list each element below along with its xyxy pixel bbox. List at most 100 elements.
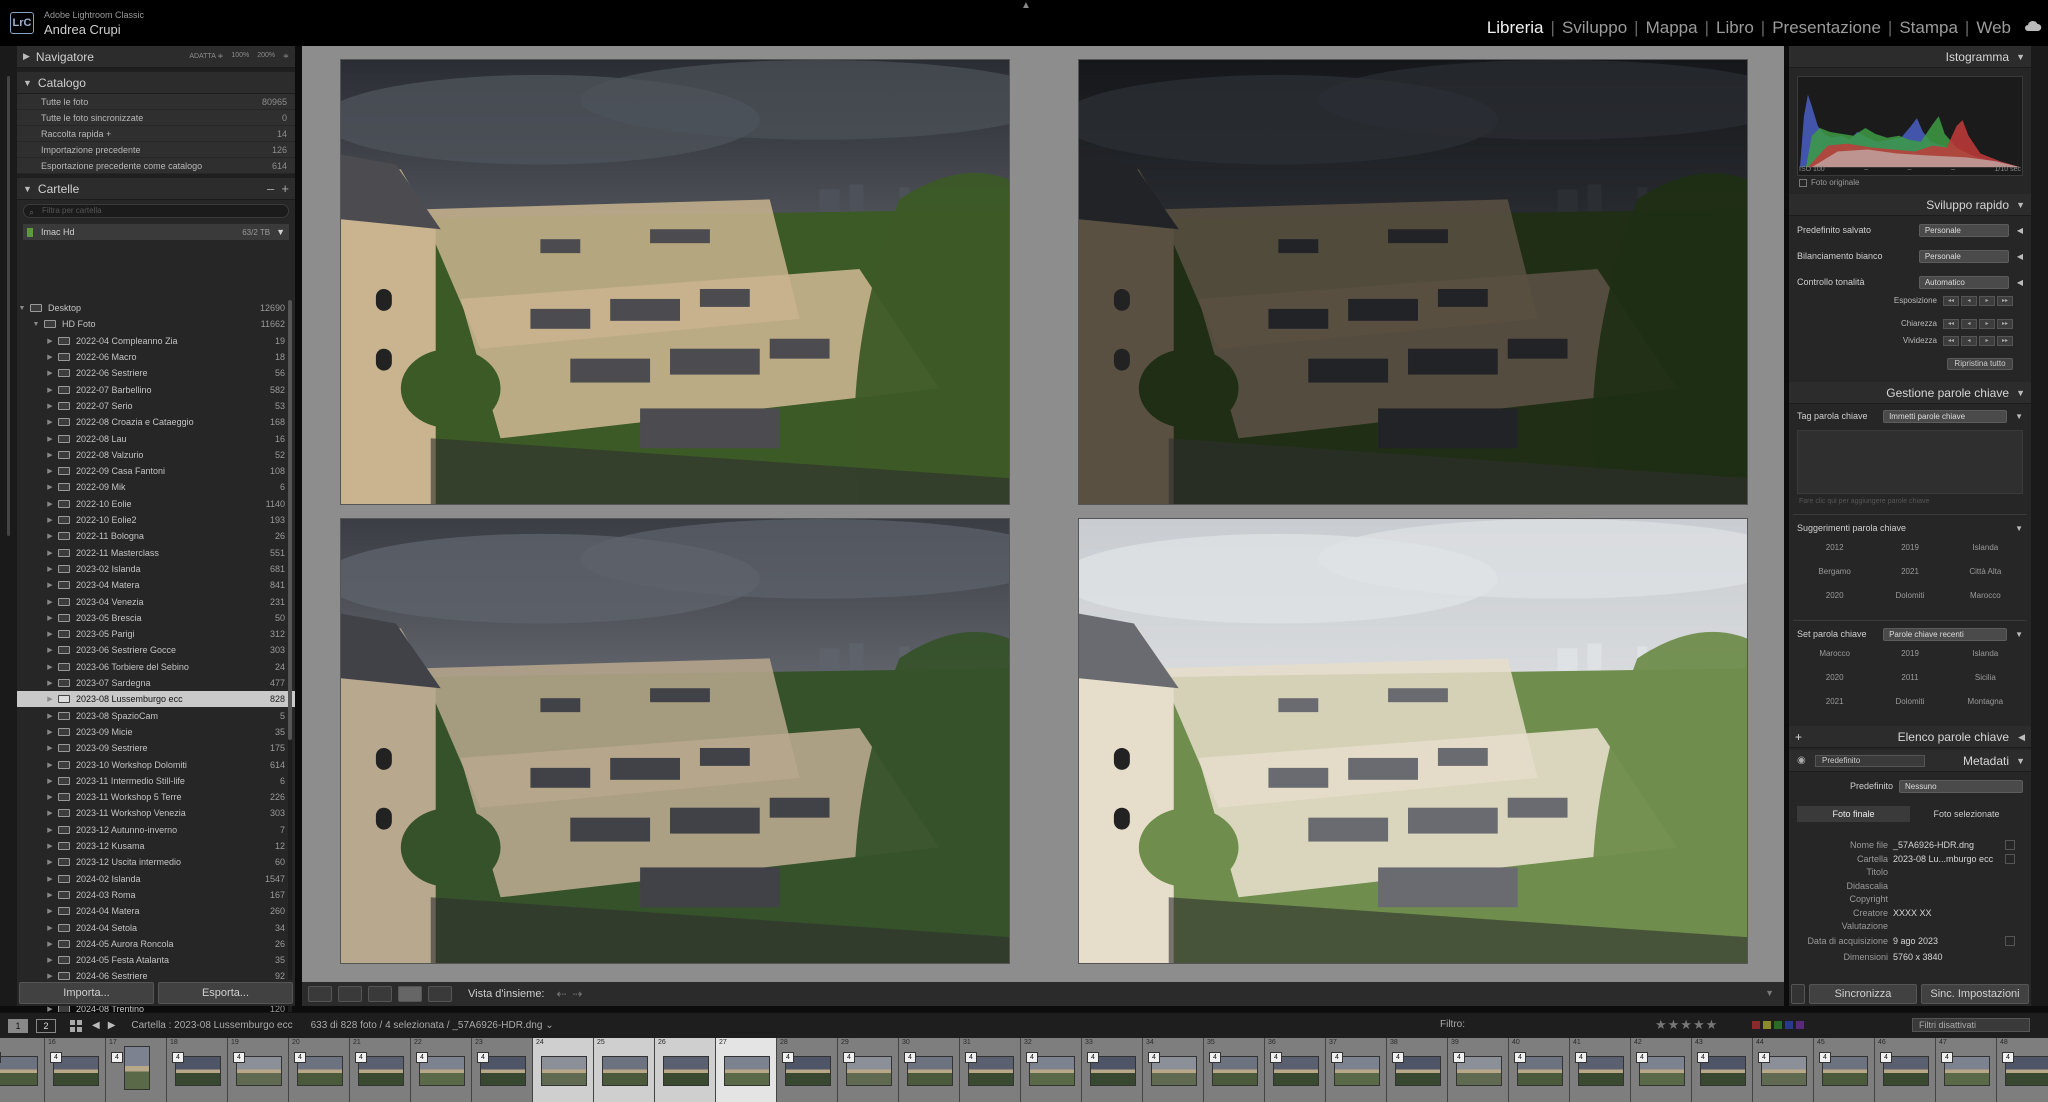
folder-item[interactable]: ▶ 2023-11 Workshop 5 Terre 226 — [17, 789, 295, 805]
filmstrip-cell[interactable]: 30 4 — [899, 1038, 960, 1102]
folder-scrollbar[interactable] — [288, 300, 292, 1020]
filmstrip-cell[interactable]: 31 4 — [960, 1038, 1021, 1102]
stack-badge[interactable]: 4 — [904, 1052, 916, 1063]
white-balance-select[interactable]: Personale — [1918, 249, 2009, 263]
keyword-suggestion[interactable]: Bergamo — [1797, 566, 1872, 578]
keyword-entry-area[interactable] — [1797, 430, 2023, 494]
stack-badge[interactable]: 4 — [294, 1052, 306, 1063]
expand-arrow-icon[interactable]: ▶ — [45, 712, 55, 720]
step-down-icon[interactable]: ◂ — [1961, 336, 1977, 346]
main-window-button[interactable]: 1 — [8, 1018, 28, 1033]
sync-settings-button[interactable]: Sinc. Impostazioni — [1921, 984, 2029, 1004]
expand-arrow-icon[interactable]: ▶ — [45, 337, 55, 345]
folder-item[interactable]: ▶ 2023-05 Parigi 312 — [17, 626, 295, 642]
step-up-icon[interactable]: ▸ — [1979, 319, 1995, 329]
thumbnail[interactable] — [663, 1056, 709, 1086]
collapse-left-icon[interactable]: ◀ — [2017, 226, 2023, 235]
keyword-suggestion[interactable]: Città Alta — [1948, 566, 2023, 578]
keyword-set-item[interactable]: 2020 — [1797, 672, 1872, 684]
folder-item[interactable]: ▶ 2023-07 Sardegna 477 — [17, 675, 295, 691]
expand-arrow-icon[interactable]: ▶ — [45, 809, 55, 817]
filmstrip-source[interactable]: Cartella : 2023-08 Lussemburgo ecc — [131, 1020, 292, 1031]
folder-item[interactable]: ▶ 2023-10 Workshop Dolomiti 614 — [17, 756, 295, 772]
filmstrip-cell[interactable]: 26 — [655, 1038, 716, 1102]
step-up-icon[interactable]: ▸ — [1979, 296, 1995, 306]
exposure-buttons[interactable]: ◂◂ ◂ ▸ ▸▸ — [1943, 296, 2013, 306]
folder-item[interactable]: ▶ 2024-03 Roma 167 — [17, 887, 295, 903]
quick-develop-header[interactable]: Sviluppo rapido ▼ — [1789, 194, 2031, 216]
filmstrip-cell[interactable]: 38 4 — [1387, 1038, 1448, 1102]
minus-icon[interactable]: – — [267, 181, 274, 196]
folder-item[interactable]: ▶ 2022-11 Bologna 26 — [17, 528, 295, 544]
expand-arrow-icon[interactable]: ▶ — [45, 956, 55, 964]
expand-arrow-icon[interactable]: ▼ — [17, 305, 27, 312]
folder-item[interactable]: ▶ 2023-06 Sestriere Gocce 303 — [17, 642, 295, 658]
folder-item[interactable]: ▶ 2023-08 SpazioCam 5 — [17, 708, 295, 724]
stack-badge[interactable]: 4 — [355, 1052, 367, 1063]
zoom-more[interactable]: ≑ — [283, 52, 289, 60]
original-photo-toggle[interactable]: Foto originale — [1799, 178, 1859, 187]
step-up-icon[interactable]: ▸ — [1979, 336, 1995, 346]
stack-badge[interactable]: 4 — [1880, 1052, 1892, 1063]
filmstrip-cell[interactable]: 16 4 — [45, 1038, 106, 1102]
expand-arrow-icon[interactable]: ▶ — [45, 451, 55, 459]
navigator-header[interactable]: ▶ Navigatore ADATTA ≑ 100% 200% ≑ — [17, 46, 295, 68]
stack-badge[interactable]: 4 — [1148, 1052, 1160, 1063]
green-label-icon[interactable] — [1774, 1021, 1782, 1029]
plus-icon[interactable]: + — [1795, 726, 1802, 748]
filmstrip-cell[interactable]: 32 4 — [1021, 1038, 1082, 1102]
people-view-icon[interactable] — [428, 986, 452, 1002]
folder-item[interactable]: ▶ 2022-11 Masterclass 551 — [17, 545, 295, 561]
expand-arrow-icon[interactable]: ▶ — [45, 565, 55, 573]
expand-arrow-icon[interactable]: ▶ — [45, 386, 55, 394]
metadata-preset-value[interactable]: Nessuno — [1899, 779, 2023, 793]
expand-arrow-icon[interactable]: ▶ — [45, 418, 55, 426]
saved-preset-select[interactable]: Personale — [1918, 223, 2009, 237]
filmstrip-cell[interactable]: 29 4 — [838, 1038, 899, 1102]
metadata-value[interactable]: _57A6926-HDR.dng — [1893, 840, 2005, 853]
keyword-set-item[interactable]: 2011 — [1872, 672, 1947, 684]
step-up-large-icon[interactable]: ▸▸ — [1997, 319, 2013, 329]
expand-arrow-icon[interactable]: ▶ — [45, 581, 55, 589]
survey-nav-arrows-icon[interactable]: ⇠⇢ — [557, 987, 589, 1001]
folder-item[interactable]: ▶ 2023-09 Micie 35 — [17, 724, 295, 740]
filmstrip-cell[interactable]: 34 4 — [1143, 1038, 1204, 1102]
vibrance-buttons[interactable]: ◂◂ ◂ ▸ ▸▸ — [1943, 336, 2013, 346]
expand-arrow-icon[interactable]: ▶ — [45, 826, 55, 834]
expand-arrow-icon[interactable]: ▶ — [45, 646, 55, 654]
filmstrip-cell[interactable]: 17 4 — [106, 1038, 167, 1102]
survey-photo-4[interactable] — [1078, 518, 1748, 964]
keyword-set-select[interactable]: Parole chiave recenti — [1883, 627, 2008, 641]
expand-arrow-icon[interactable]: ▶ — [45, 630, 55, 638]
compare-view-icon[interactable] — [368, 986, 392, 1002]
module-libreria[interactable]: Libreria — [1480, 18, 1551, 38]
expand-arrow-icon[interactable]: ▶ — [45, 924, 55, 932]
filmstrip-cell[interactable]: 18 4 — [167, 1038, 228, 1102]
folder-search-input[interactable]: ⌕ Filtra per cartella — [23, 204, 289, 218]
filmstrip-cell[interactable]: 46 4 — [1875, 1038, 1936, 1102]
folder-item[interactable]: ▶ 2022-10 Eolie2 193 — [17, 512, 295, 528]
filmstrip-cell[interactable]: 36 4 — [1265, 1038, 1326, 1102]
secondary-window-button[interactable]: 2 — [36, 1018, 56, 1033]
folder-item[interactable]: ▶ 2023-12 Uscita intermedio 60 — [17, 854, 295, 870]
filmstrip-cell[interactable]: 43 4 — [1692, 1038, 1753, 1102]
module-libro[interactable]: Libro — [1709, 18, 1761, 38]
expand-arrow-icon[interactable]: ▶ — [45, 793, 55, 801]
step-up-large-icon[interactable]: ▸▸ — [1997, 296, 2013, 306]
folders-header[interactable]: ▼ Cartelle – + — [17, 178, 295, 200]
stack-badge[interactable]: 4 — [1331, 1052, 1343, 1063]
stack-badge[interactable]: 4 — [416, 1052, 428, 1063]
filmstrip-cell[interactable]: 24 — [533, 1038, 594, 1102]
survey-view-icon[interactable] — [398, 986, 422, 1002]
stack-badge[interactable]: 4 — [0, 1052, 1, 1063]
metadata-value[interactable]: 2023-08 Lu...mburgo ecc — [1893, 854, 2005, 867]
filmstrip-cell[interactable]: 25 — [594, 1038, 655, 1102]
expand-arrow-icon[interactable]: ▶ — [45, 875, 55, 883]
expand-arrow-icon[interactable]: ▶ — [45, 516, 55, 524]
filmstrip-cell[interactable]: 37 4 — [1326, 1038, 1387, 1102]
folder-item[interactable]: ▶ 2022-06 Sestriere 56 — [17, 365, 295, 381]
survey-photo-2[interactable] — [1078, 59, 1748, 505]
loupe-view-icon[interactable] — [338, 986, 362, 1002]
folder-item[interactable]: ▶ 2023-06 Torbiere del Sebino 24 — [17, 659, 295, 675]
filmstrip-cell[interactable]: 28 4 — [777, 1038, 838, 1102]
